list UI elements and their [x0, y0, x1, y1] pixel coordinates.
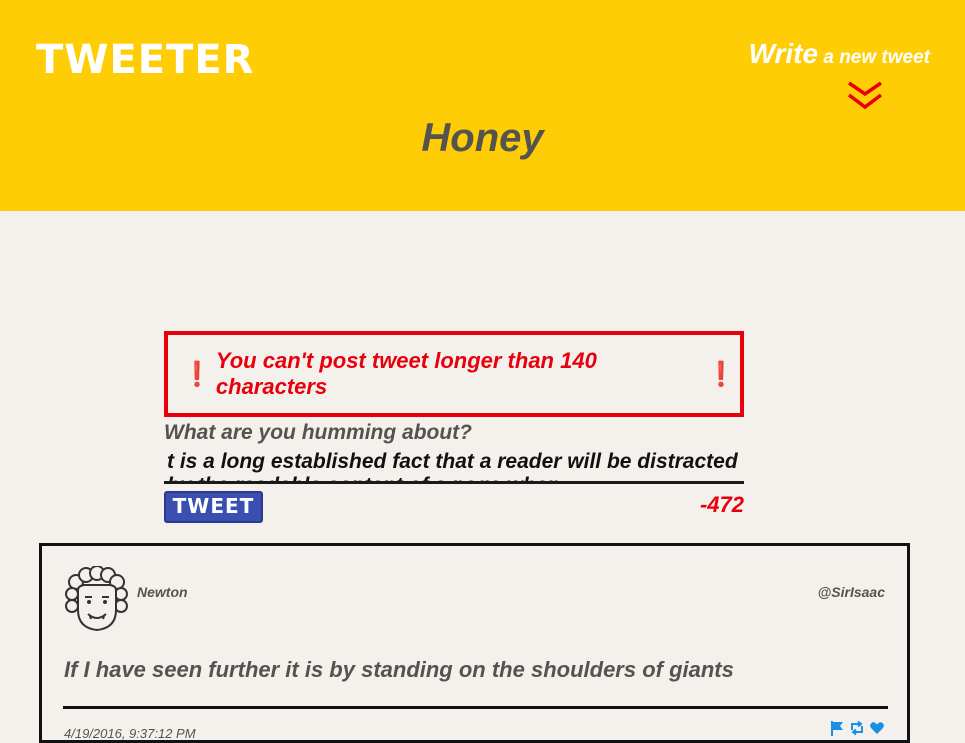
write-new-tweet-link[interactable]: Write a new tweet [749, 40, 930, 68]
error-message-box: ❗ You can't post tweet longer than 140 c… [164, 331, 744, 417]
divider [63, 706, 888, 709]
write-label-small: a new tweet [818, 47, 930, 68]
tweet-actions [829, 720, 885, 736]
flag-icon[interactable] [829, 720, 845, 736]
tweet-timestamp: 4/19/2016, 9:37:12 PM [64, 726, 196, 741]
tweet-author-handle: @SirIsaac [817, 584, 885, 600]
error-message-text: You can't post tweet longer than 140 cha… [215, 348, 597, 399]
composer-prompt: What are you humming about? [164, 421, 472, 444]
tweet-card: Newton @SirIsaac If I have seen further … [39, 543, 910, 743]
tweet-text: If I have seen further it is by standing… [64, 657, 734, 682]
tweet-button[interactable]: TWEET [164, 491, 263, 523]
retweet-icon[interactable] [849, 720, 865, 736]
write-label-big: Write [748, 38, 819, 69]
character-counter: -472 [699, 492, 744, 517]
header: TWEETER Write a new tweet Honey [0, 0, 965, 211]
heart-icon[interactable] [869, 720, 885, 736]
chevron-down-icon[interactable] [846, 80, 884, 112]
exclamation-icon: ❗ [182, 360, 212, 388]
brand-logo[interactable]: TWEETER [36, 40, 254, 80]
exclamation-icon: ❗ [706, 360, 736, 388]
tweet-author-name: Newton [137, 584, 188, 600]
avatar-icon [65, 566, 128, 632]
tweet-input[interactable]: t is a long established fact that a read… [164, 450, 744, 484]
page-title: Honey [421, 116, 544, 160]
